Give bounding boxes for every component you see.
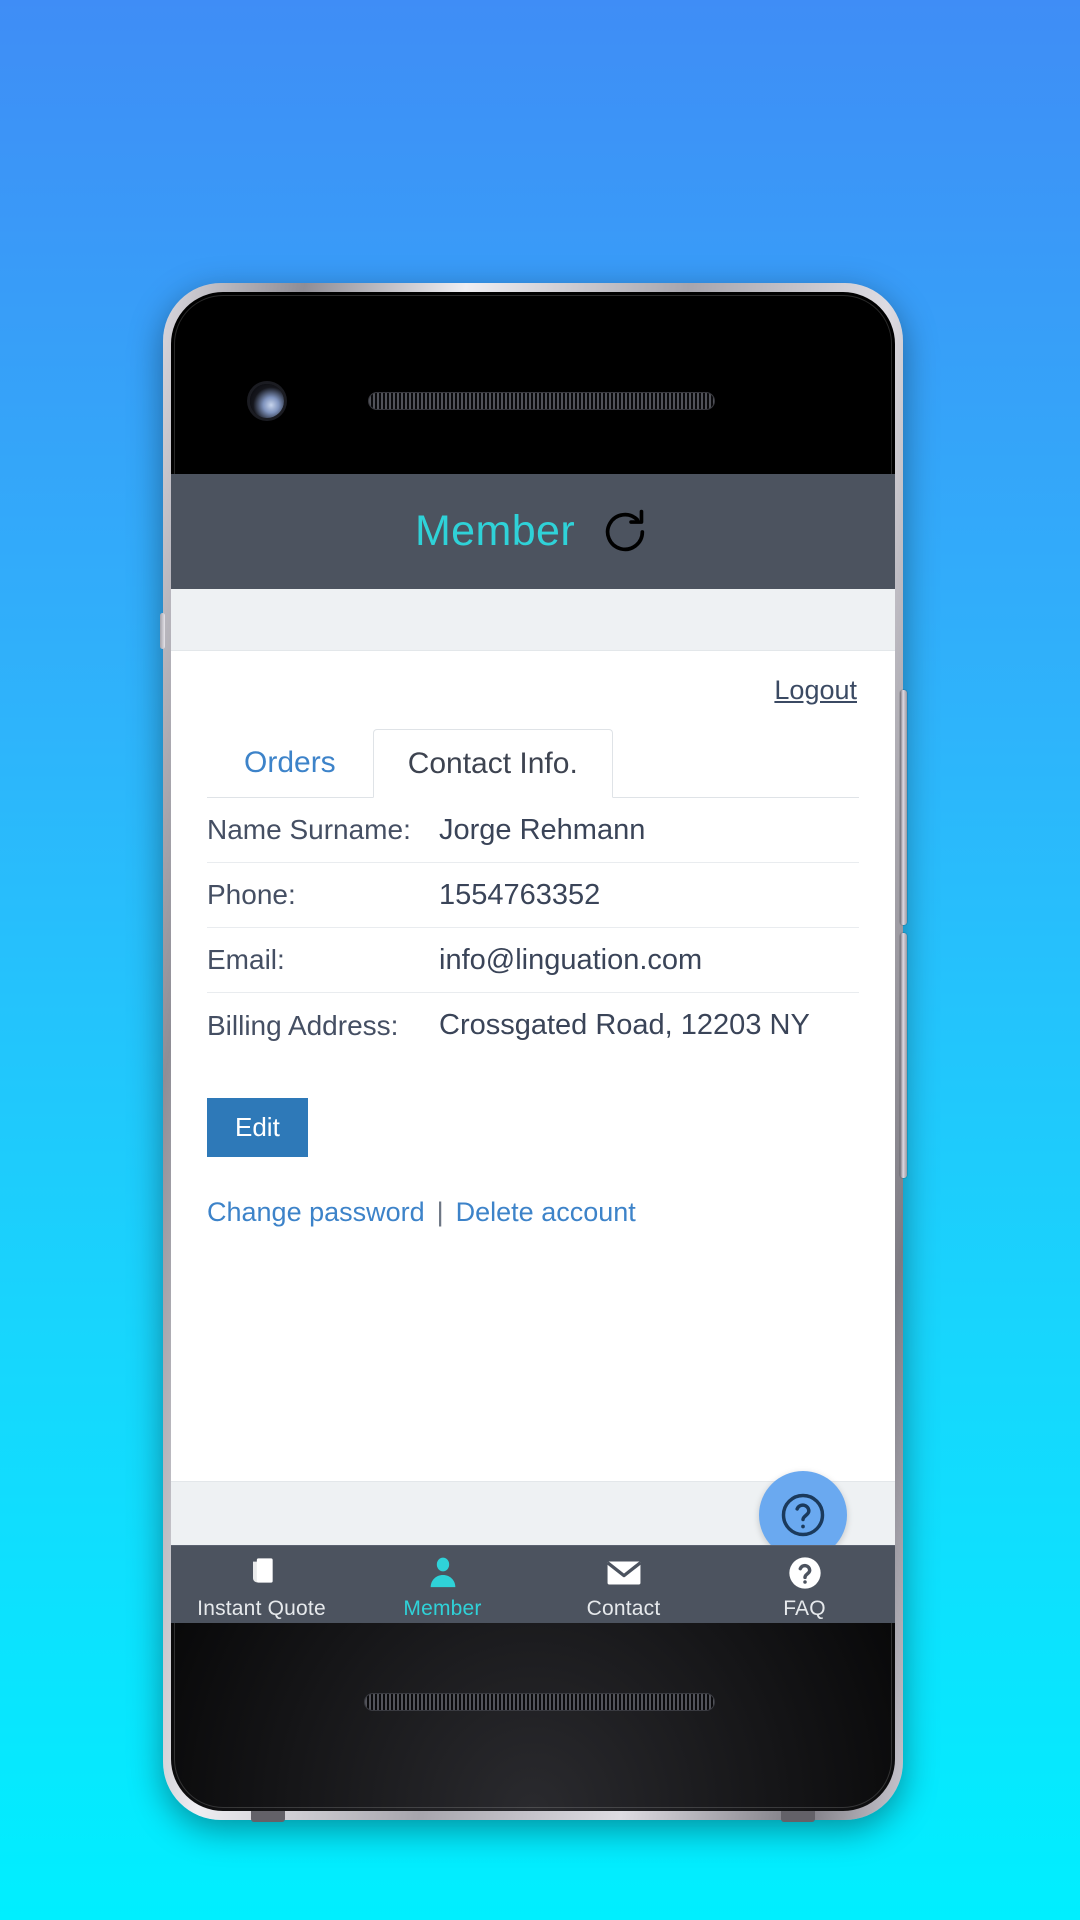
page-title: Member [414, 507, 576, 555]
bottom-speaker-grille [364, 1693, 715, 1711]
nav-label: Member [403, 1596, 482, 1620]
documents-icon [242, 1552, 282, 1594]
nav-label: Contact [586, 1596, 661, 1620]
tab-orders[interactable]: Orders [207, 728, 373, 797]
account-links: Change password | Delete account [207, 1197, 859, 1228]
device-foot-right [781, 1810, 815, 1822]
app-screen: Member Logout Orders Contact Info. Name … [171, 474, 895, 1623]
main-content: Logout Orders Contact Info. Name Surname… [171, 651, 895, 1563]
nav-label: FAQ [783, 1596, 826, 1620]
logout-link[interactable]: Logout [774, 675, 857, 706]
phone-device: Member Logout Orders Contact Info. Name … [160, 283, 907, 1822]
question-mark-circle-icon [781, 1493, 825, 1537]
bottom-navigation: Instant Quote Member Contact FAQ [171, 1545, 895, 1623]
edit-button[interactable]: Edit [207, 1098, 308, 1157]
sim-tray [160, 613, 165, 649]
nav-label: Instant Quote [197, 1596, 326, 1620]
table-row: Name Surname: Jorge Rehmann [207, 798, 859, 863]
logout-row: Logout [207, 651, 859, 706]
nav-item-contact[interactable]: Contact [533, 1546, 714, 1623]
power-button[interactable] [900, 690, 907, 925]
row-value: Crossgated Road, 12203 NY [439, 1009, 810, 1041]
links-separator: | [436, 1197, 444, 1227]
front-camera-icon [250, 384, 284, 418]
row-label: Phone: [207, 879, 296, 910]
nav-item-member[interactable]: Member [352, 1546, 533, 1623]
phone-screen-glass: Member Logout Orders Contact Info. Name … [171, 292, 895, 1811]
table-row: Billing Address: Crossgated Road, 12203 … [207, 993, 859, 1058]
person-icon [423, 1552, 463, 1594]
row-label: Name Surname: [207, 814, 411, 845]
earpiece-speaker-grille [368, 392, 715, 410]
table-row: Phone: 1554763352 [207, 863, 859, 928]
refresh-icon[interactable] [599, 506, 651, 558]
row-value: info@linguation.com [439, 943, 703, 976]
contact-info-table: Name Surname: Jorge Rehmann Phone: 15547… [207, 798, 859, 1058]
row-value: 1554763352 [439, 878, 601, 911]
tab-contact-info[interactable]: Contact Info. [372, 729, 613, 798]
row-label: Billing Address: [207, 1009, 399, 1041]
row-label: Email: [207, 944, 285, 975]
table-row: Email: info@linguation.com [207, 928, 859, 993]
delete-account-link[interactable]: Delete account [456, 1197, 636, 1228]
nav-item-faq[interactable]: FAQ [714, 1546, 895, 1623]
question-mark-circle-icon [785, 1552, 825, 1594]
app-header: Member [171, 474, 895, 589]
change-password-link[interactable]: Change password [207, 1197, 425, 1228]
tab-bar: Orders Contact Info. [207, 728, 859, 798]
header-subband [171, 589, 895, 651]
envelope-icon [603, 1552, 645, 1594]
row-value: Jorge Rehmann [439, 813, 646, 846]
device-foot-left [251, 1810, 285, 1822]
nav-item-instant-quote[interactable]: Instant Quote [171, 1546, 352, 1623]
volume-button[interactable] [900, 933, 907, 1178]
